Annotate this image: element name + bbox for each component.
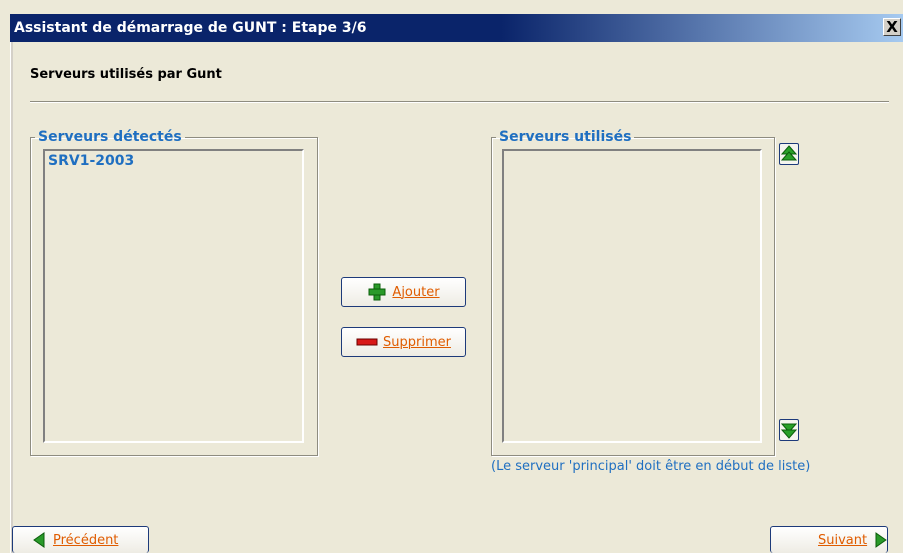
- double-down-arrow-icon: [781, 423, 797, 439]
- used-servers-list[interactable]: [502, 149, 762, 443]
- detected-servers-legend: Serveurs détectés: [38, 129, 182, 145]
- right-arrow-icon: [875, 532, 887, 548]
- previous-button-label: Précédent: [53, 532, 119, 548]
- used-servers-legend: Serveurs utilisés: [499, 129, 632, 145]
- page-subtitle: Serveurs utilisés par Gunt: [30, 67, 222, 82]
- next-button[interactable]: Suivant: [770, 526, 888, 553]
- minus-icon: [356, 338, 378, 346]
- move-down-button[interactable]: [779, 419, 799, 441]
- add-button-label: Ajouter: [392, 284, 440, 300]
- close-button[interactable]: X: [883, 18, 901, 36]
- remove-button-label: Supprimer: [383, 334, 451, 350]
- window-title: Assistant de démarrage de GUNT : Etape 3…: [14, 20, 367, 36]
- remove-button[interactable]: Supprimer: [341, 327, 466, 357]
- previous-button[interactable]: Précédent: [12, 526, 149, 553]
- window-border: [10, 42, 13, 553]
- add-button[interactable]: Ajouter: [341, 277, 466, 307]
- separator: [30, 101, 889, 103]
- hint-text: (Le serveur 'principal' doit être en déb…: [491, 459, 811, 474]
- close-icon: X: [886, 18, 898, 36]
- double-up-arrow-icon: [781, 145, 797, 161]
- list-item[interactable]: SRV1-2003: [45, 151, 302, 169]
- next-button-label: Suivant: [818, 532, 868, 548]
- detected-servers-list[interactable]: SRV1-2003: [43, 149, 304, 443]
- left-arrow-icon: [33, 532, 45, 548]
- move-up-button[interactable]: [779, 143, 799, 165]
- title-bar: Assistant de démarrage de GUNT : Etape 3…: [10, 14, 903, 42]
- plus-icon: [368, 283, 386, 301]
